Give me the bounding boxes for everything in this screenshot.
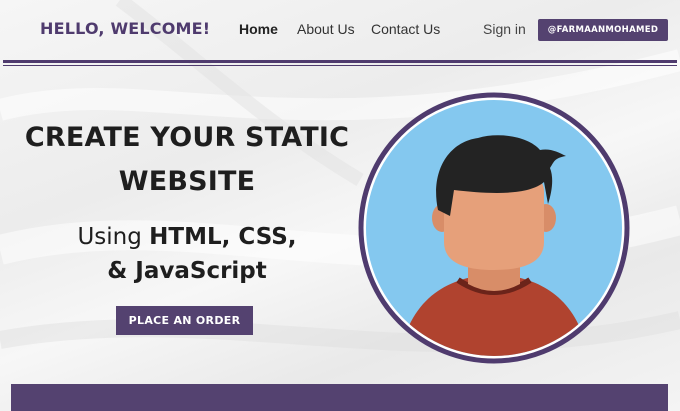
hero-title-line2: WEBSITE	[118, 166, 256, 197]
brand-title[interactable]: HELLO, WELCOME!	[40, 19, 210, 38]
hero-subtitle-tech-2: & JavaScript	[107, 258, 267, 284]
hero-title: CREATE YOUR STATIC WEBSITE	[20, 116, 354, 204]
hero-subtitle-tech-1: HTML, CSS,	[149, 224, 297, 250]
footer-bar	[11, 384, 668, 411]
nav-link-contact-us[interactable]: Contact Us	[371, 21, 440, 37]
sign-in-link[interactable]: Sign in	[483, 21, 526, 37]
nav-link-home[interactable]: Home	[239, 21, 278, 37]
profile-handle-button[interactable]: @FARMAANMOHAMED	[538, 19, 668, 41]
avatar	[358, 92, 630, 364]
hero-subtitle: Using HTML, CSS, & JavaScript	[40, 220, 334, 288]
nav-link-about-us[interactable]: About Us	[297, 21, 355, 37]
hero-subtitle-prefix: Using	[77, 224, 150, 250]
place-order-button[interactable]: PLACE AN ORDER	[116, 306, 253, 335]
header-divider	[3, 60, 677, 66]
person-avatar-icon	[358, 92, 630, 364]
hero-title-line1: CREATE YOUR STATIC	[24, 122, 350, 153]
top-navbar: HELLO, WELCOME! Home About Us Contact Us…	[0, 0, 680, 60]
